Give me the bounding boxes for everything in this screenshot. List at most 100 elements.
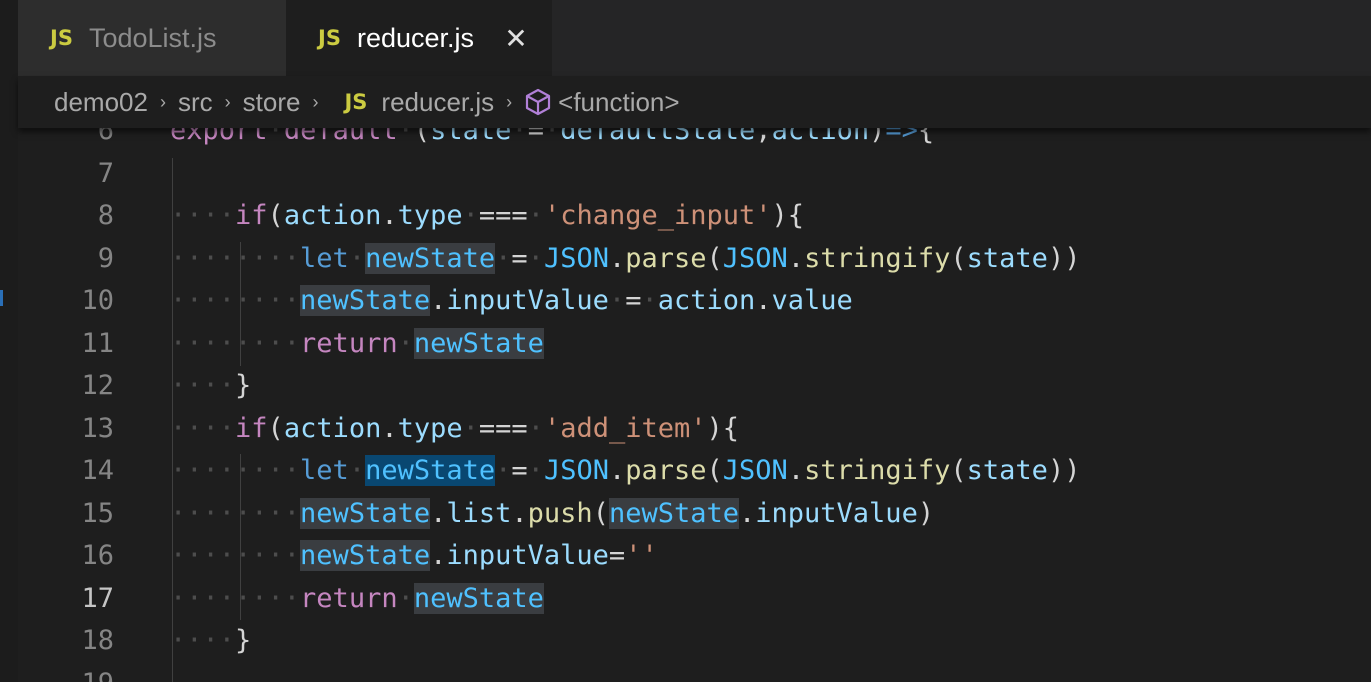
whitespace-marker: ···· — [170, 200, 236, 231]
whitespace-marker: · — [267, 128, 284, 146]
line-number: 13 — [81, 412, 114, 444]
code-token: . — [430, 285, 447, 316]
code-token: parse — [625, 455, 707, 486]
whitespace-marker: · — [495, 242, 512, 274]
code-token: action — [657, 285, 756, 316]
code-token: state — [430, 128, 512, 146]
line-number: 6 — [97, 128, 114, 146]
code-token: if — [235, 412, 268, 444]
whitespace-marker: · — [462, 412, 479, 444]
code-token: . — [787, 242, 805, 274]
code-token: } — [235, 370, 252, 401]
code-token: value — [771, 285, 853, 316]
code-token: defaultState — [560, 128, 756, 146]
code-token: list — [446, 497, 512, 529]
code-token: '' — [625, 540, 658, 571]
line-number: 18 — [81, 625, 114, 656]
code-token: JSON — [543, 455, 609, 486]
line-number: 8 — [97, 200, 114, 231]
code-token: ) — [917, 497, 935, 529]
code-line[interactable]: ····} — [170, 370, 251, 401]
whitespace-marker: · — [641, 285, 658, 316]
code-line[interactable]: ········newState.inputValue·=·action.val… — [170, 285, 853, 316]
code-token: = — [511, 455, 528, 486]
code-token: ){ — [706, 412, 740, 444]
code-line[interactable]: ····if(action.type·===·'change_input'){ — [170, 200, 804, 231]
code-token: ( — [950, 455, 967, 486]
code-token: export — [170, 128, 268, 146]
code-token: . — [787, 455, 805, 486]
tab-todolist[interactable]: JS TodoList.js — [18, 0, 286, 76]
code-line[interactable]: ····} — [170, 625, 251, 656]
code-editor[interactable]: 6 export·default·(state·=·defaultState,ac… — [18, 128, 1371, 682]
code-line[interactable]: ········return·newState — [170, 327, 544, 359]
code-token: let — [300, 455, 349, 486]
breadcrumb-item-demo02[interactable]: demo02 — [54, 87, 148, 118]
code-token: 'change_input' — [543, 200, 772, 231]
whitespace-marker: · — [348, 455, 366, 486]
whitespace-marker: ···· — [170, 412, 236, 444]
code-line[interactable]: ········newState.list.push(newState.inpu… — [170, 497, 935, 529]
code-line[interactable]: ········let·newState·=·JSON.parse(JSON.s… — [170, 455, 1080, 486]
whitespace-marker: · — [527, 455, 544, 486]
whitespace-marker: ········ — [170, 285, 301, 316]
whitespace-marker: ········ — [170, 497, 301, 529]
whitespace-marker: · — [348, 242, 366, 274]
code-token: state — [966, 242, 1048, 274]
code-line[interactable]: ····if(action.type·===·'add_item'){ — [170, 413, 739, 444]
code-line[interactable]: export·default·(state·=·defaultState,act… — [170, 128, 934, 146]
line-number: 11 — [81, 327, 114, 359]
code-token: newState — [365, 455, 496, 486]
code-token: )) — [1047, 455, 1081, 486]
chevron-right-icon: › — [312, 91, 319, 112]
chevron-right-icon: › — [159, 91, 166, 112]
activity-strip — [0, 0, 18, 682]
code-token: ( — [267, 412, 284, 444]
code-token: = — [608, 540, 626, 571]
line-number: 15 — [81, 497, 114, 529]
line-number: 10 — [81, 285, 114, 316]
code-token: ( — [413, 128, 431, 146]
breadcrumb-item-file[interactable]: reducer.js — [381, 87, 494, 118]
code-token: return — [300, 582, 398, 614]
whitespace-marker: ···· — [170, 370, 236, 401]
breadcrumb-item-store[interactable]: store — [243, 87, 301, 118]
tab-reducer[interactable]: JS reducer.js ✕ — [286, 0, 552, 76]
code-line[interactable]: ········let·newState·=·JSON.parse(JSON.s… — [170, 242, 1080, 274]
code-token: inputValue — [446, 540, 609, 571]
whitespace-marker: · — [527, 242, 544, 274]
breadcrumb-item-src[interactable]: src — [178, 87, 213, 118]
code-token: === — [478, 412, 528, 444]
js-file-icon: JS — [50, 26, 73, 50]
close-icon[interactable]: ✕ — [500, 22, 532, 55]
breadcrumb: demo02 › src › store › JS reducer.js › <… — [18, 76, 1371, 128]
tab-bar: JS TodoList.js JS reducer.js ✕ — [18, 0, 1371, 76]
code-token: , — [755, 128, 772, 146]
line-number: 17 — [81, 582, 114, 614]
code-line[interactable]: ········newState.inputValue='' — [170, 540, 658, 571]
whitespace-marker: · — [397, 327, 414, 359]
code-token: { — [917, 128, 935, 146]
code-token: newState — [413, 327, 544, 359]
code-token: 'add_item' — [543, 412, 707, 444]
cube-icon — [526, 88, 551, 116]
code-token: stringify — [804, 455, 951, 486]
line-number: 16 — [81, 540, 114, 571]
code-token: action — [283, 412, 382, 444]
code-token: JSON — [722, 455, 788, 486]
code-line[interactable]: ········return·newState — [170, 582, 544, 614]
code-token: } — [235, 625, 252, 656]
line-number: 14 — [81, 455, 114, 486]
line-number: 19 — [18, 668, 114, 682]
code-token: = — [527, 128, 544, 146]
code-token: action — [771, 128, 870, 146]
code-token: . — [608, 455, 626, 486]
code-token: newState — [413, 582, 544, 614]
whitespace-marker: · — [511, 128, 528, 146]
code-token: . — [608, 242, 626, 274]
breadcrumb-item-symbol[interactable]: <function> — [558, 87, 679, 118]
code-token: ( — [950, 242, 967, 274]
code-token: newState — [300, 285, 431, 316]
code-token: parse — [625, 242, 707, 274]
code-token: ( — [267, 200, 284, 231]
